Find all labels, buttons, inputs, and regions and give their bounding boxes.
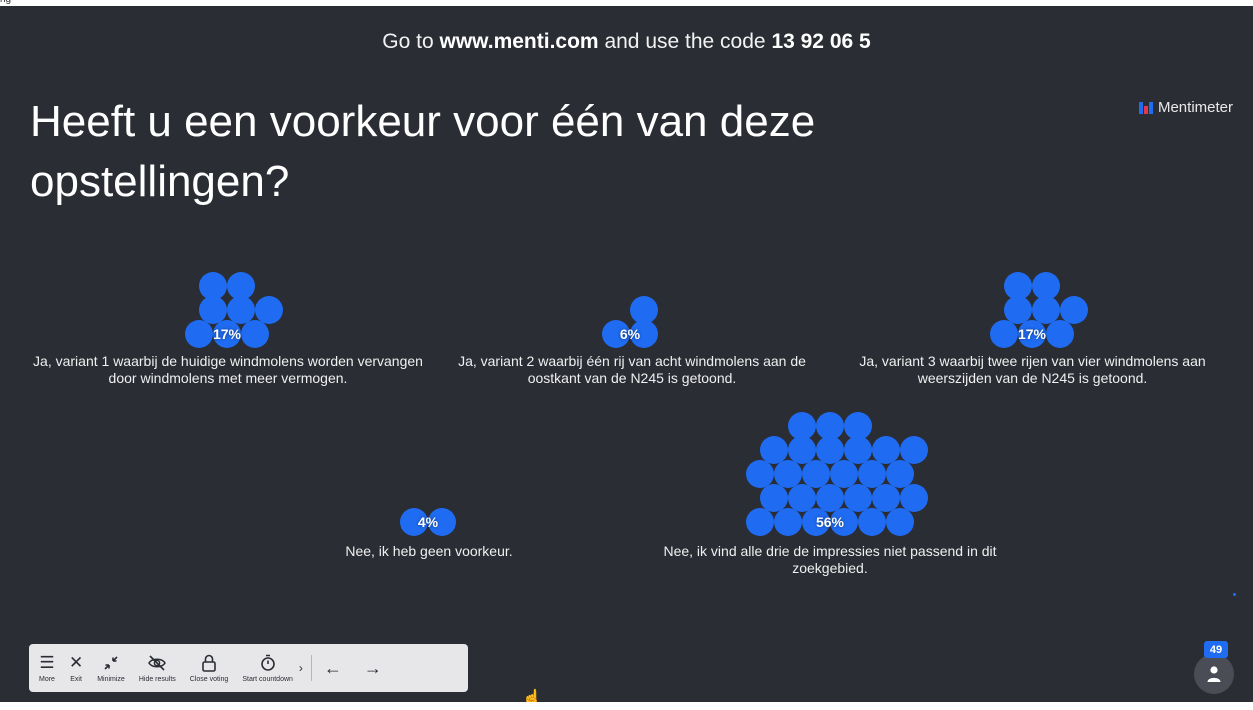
vote-bubble <box>241 320 269 348</box>
window-top-edge: ng <box>0 0 1253 6</box>
vote-bubble <box>886 460 914 488</box>
close-icon: ✕ <box>68 653 84 672</box>
menu-icon: ☰ <box>39 653 55 672</box>
vote-bubble <box>760 484 788 512</box>
vote-bubble <box>816 436 844 464</box>
vote-bubble <box>830 460 858 488</box>
vote-bubble <box>816 412 844 440</box>
percent-label-option-1: 17% <box>212 326 242 342</box>
vote-bubble <box>746 508 774 536</box>
vote-bubble <box>844 412 872 440</box>
vote-bubble <box>844 484 872 512</box>
minimize-button[interactable]: Minimize <box>97 653 125 683</box>
vote-bubble <box>760 436 788 464</box>
window-bottom-edge <box>0 702 1253 710</box>
vote-bubble <box>199 272 227 300</box>
arrow-right-icon[interactable]: → <box>364 658 382 679</box>
vote-bubble <box>227 296 255 324</box>
vote-bubble <box>788 484 816 512</box>
instruction-middle: and use the code <box>604 30 766 53</box>
vote-bubble <box>802 460 830 488</box>
brand-name: Mentimeter <box>1157 99 1233 116</box>
decorative-dot <box>1233 593 1236 596</box>
vote-bubble <box>872 436 900 464</box>
close-voting-button[interactable]: Close voting <box>190 653 228 683</box>
vote-bubble <box>816 484 844 512</box>
brand-logo: Mentimeter <box>1138 99 1233 116</box>
arrow-left-icon[interactable]: ← <box>324 658 342 679</box>
toolbar-divider <box>310 655 312 681</box>
vote-bubble <box>1004 296 1032 324</box>
vote-bubble <box>900 436 928 464</box>
vote-bubble <box>746 460 774 488</box>
question-title: Heeft u een voorkeur voor één van deze o… <box>30 97 816 206</box>
vote-bubble <box>872 484 900 512</box>
join-instruction: Go to www.menti.com and use the code 13 … <box>0 30 1253 54</box>
start-countdown-button[interactable]: Start countdown <box>242 653 293 683</box>
presentation-frame: ng Go to www.menti.com and use the code … <box>0 0 1253 710</box>
percent-label-option-2: 6% <box>619 326 641 342</box>
vote-bubble <box>1060 296 1088 324</box>
option-label-3: Ja, variant 3 waarbij twee rijen van vie… <box>859 353 1206 386</box>
instruction-prefix: Go to <box>382 30 434 53</box>
timer-icon <box>260 653 276 673</box>
vote-bubble <box>844 436 872 464</box>
vote-bubble <box>185 320 213 348</box>
vote-bubble <box>199 296 227 324</box>
more-button[interactable]: ☰ More <box>39 653 55 684</box>
join-url: www.menti.com <box>439 30 599 53</box>
vote-bubble <box>1046 320 1074 348</box>
vote-bubble <box>255 296 283 324</box>
vote-bubble <box>886 508 914 536</box>
person-icon <box>1207 666 1221 682</box>
lock-icon <box>201 653 217 673</box>
percent-label-option-4: 4% <box>417 514 439 530</box>
exit-button[interactable]: ✕ Exit <box>68 653 84 684</box>
eye-off-icon <box>147 653 167 673</box>
percent-label-option-5: 56% <box>815 514 845 530</box>
join-code: 13 92 06 5 <box>771 30 871 53</box>
option-label-1: Ja, variant 1 waarbij de huidige windmol… <box>33 353 423 386</box>
vote-bubble <box>630 296 658 324</box>
vote-bubble <box>1032 272 1060 300</box>
vote-bubble <box>1032 296 1060 324</box>
vote-bubble <box>900 484 928 512</box>
vote-bubble <box>990 320 1018 348</box>
vote-bubble <box>788 412 816 440</box>
option-label-5: Nee, ik vind alle drie de impressies nie… <box>663 543 997 576</box>
vote-bubble <box>858 508 886 536</box>
hide-results-button[interactable]: Hide results <box>139 653 176 683</box>
option-label-2: Ja, variant 2 waarbij één rij van acht w… <box>458 353 806 386</box>
corner-text-fragment: ng <box>0 0 11 5</box>
vote-bubble <box>774 460 802 488</box>
minimize-icon <box>103 653 119 673</box>
vote-bubble <box>774 508 802 536</box>
participants-button[interactable] <box>1194 654 1234 694</box>
vote-bubble <box>858 460 886 488</box>
percent-label-option-3: 17% <box>1017 326 1047 342</box>
vote-bubble <box>1004 272 1032 300</box>
presenter-toolbar: ☰ More ✕ Exit Minimize Hide results Clos… <box>29 644 468 692</box>
option-label-4: Nee, ik heb geen voorkeur. <box>345 543 513 559</box>
vote-bubble <box>227 272 255 300</box>
mentimeter-logo-icon <box>1138 101 1153 114</box>
participant-count-badge: 49 <box>1204 641 1228 658</box>
vote-bubble <box>788 436 816 464</box>
chevron-right-icon[interactable]: › <box>299 661 303 675</box>
